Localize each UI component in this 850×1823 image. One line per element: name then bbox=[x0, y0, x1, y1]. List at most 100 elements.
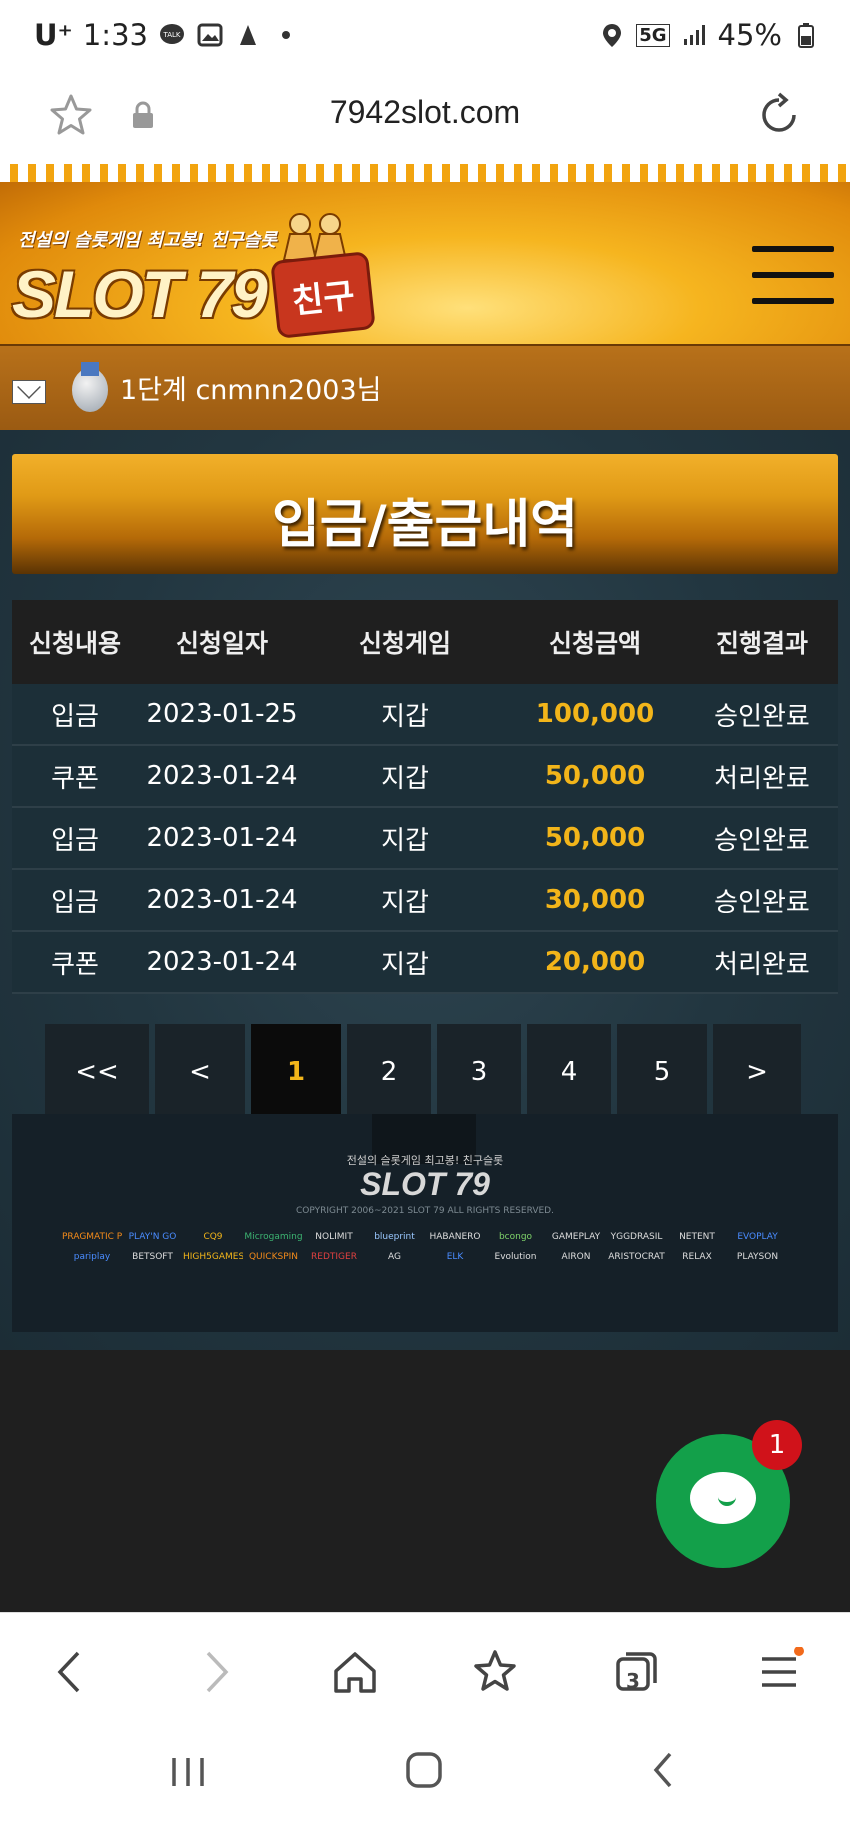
provider-logo: Microgaming bbox=[244, 1232, 303, 1242]
gallery-icon bbox=[197, 23, 223, 47]
site-logo[interactable]: SLOT 79 bbox=[12, 256, 268, 332]
site-content: 전설의 슬롯게임 최고봉! 친구슬롯 SLOT 79 친구 1단계 cnmnn2… bbox=[0, 164, 850, 1612]
menu-icon[interactable] bbox=[754, 1647, 804, 1697]
page-2-button[interactable]: 2 bbox=[347, 1024, 431, 1120]
cell-date: 2023-01-25 bbox=[138, 684, 306, 746]
table-row: 입금 2023-01-25 지갑 100,000 승인완료 bbox=[12, 684, 838, 746]
provider-logo: HIGH5GAMES bbox=[183, 1252, 243, 1262]
provider-logo: EVOPLAY bbox=[737, 1232, 778, 1242]
carrier-label: U⁺ bbox=[34, 18, 73, 52]
page-5-button[interactable]: 5 bbox=[617, 1024, 707, 1120]
reload-icon[interactable] bbox=[756, 92, 802, 138]
cell-date: 2023-01-24 bbox=[138, 807, 306, 870]
url-text[interactable]: 7942slot.com bbox=[0, 94, 850, 131]
provider-logo: PRAGMATIC PLAY bbox=[62, 1232, 122, 1242]
table-header-row: 신청내용 신청일자 신청게임 신청금액 진행결과 bbox=[12, 600, 838, 684]
page-title-banner: 입금/출금내역 bbox=[12, 454, 838, 574]
copyright-text: COPYRIGHT 2006~2021 SLOT 79 ALL RIGHTS R… bbox=[296, 1206, 554, 1216]
user-level-name: 1단계 cnmnn2003님 bbox=[120, 375, 382, 406]
bookmarks-icon[interactable] bbox=[470, 1647, 520, 1697]
battery-level: 45% bbox=[717, 18, 782, 52]
footer-logo: SLOT 79 bbox=[360, 1166, 490, 1202]
table-row: 쿠폰 2023-01-24 지갑 50,000 처리완료 bbox=[12, 745, 838, 808]
provider-logo: GAMEPLAY bbox=[551, 1232, 601, 1242]
provider-logo: CQ9 bbox=[203, 1232, 223, 1242]
svg-text:TALK: TALK bbox=[162, 31, 180, 39]
signal-icon bbox=[683, 25, 705, 45]
user-bar: 1단계 cnmnn2003님 bbox=[0, 344, 850, 434]
table-row: 입금 2023-01-24 지갑 30,000 승인완료 bbox=[12, 869, 838, 932]
cell-date: 2023-01-24 bbox=[138, 931, 306, 994]
provider-logo: AIRON bbox=[561, 1252, 591, 1262]
column-header: 신청게임 bbox=[306, 600, 504, 684]
chat-bubble-icon bbox=[690, 1472, 756, 1524]
status-bar: U⁺ 1:33 TALK 5G 45% bbox=[0, 0, 850, 72]
browser-toolbar: 3 bbox=[0, 1612, 850, 1721]
page-1-button[interactable]: 1 bbox=[251, 1024, 341, 1120]
network-label: 5G bbox=[636, 23, 670, 47]
cell-game: 지갑 bbox=[306, 745, 504, 808]
cell-game: 지갑 bbox=[306, 869, 504, 932]
table-row: 쿠폰 2023-01-24 지갑 20,000 처리완료 bbox=[12, 931, 838, 994]
system-back-icon[interactable] bbox=[648, 1750, 678, 1790]
cell-type: 쿠폰 bbox=[12, 745, 138, 808]
history-table: 신청내용 신청일자 신청게임 신청금액 진행결과 입금 2023-01-25 지… bbox=[12, 600, 838, 994]
cell-status: 처리완료 bbox=[686, 745, 838, 808]
url-bar: 7942slot.com bbox=[0, 72, 850, 164]
system-navigation-bar bbox=[0, 1720, 850, 1823]
chat-button[interactable]: 1 bbox=[656, 1420, 802, 1568]
cell-amount: 20,000 bbox=[504, 931, 686, 994]
provider-logo: NOLIMIT bbox=[315, 1232, 353, 1242]
cell-type: 입금 bbox=[12, 807, 138, 870]
provider-logo: BETSOFT bbox=[132, 1252, 173, 1262]
home-icon[interactable] bbox=[330, 1647, 380, 1697]
cell-amount: 50,000 bbox=[504, 745, 686, 808]
mail-icon[interactable] bbox=[12, 380, 46, 404]
recent-apps-icon[interactable] bbox=[168, 1754, 208, 1790]
cell-type: 입금 bbox=[12, 869, 138, 932]
column-header: 신청일자 bbox=[138, 600, 306, 684]
next-page-button[interactable]: > bbox=[713, 1024, 801, 1120]
page-title: 입금/출금내역 bbox=[271, 495, 579, 555]
home-button-icon[interactable] bbox=[404, 1750, 444, 1790]
cell-type: 입금 bbox=[12, 684, 138, 746]
chat-notification-badge: 1 bbox=[752, 1420, 802, 1470]
cell-game: 지갑 bbox=[306, 931, 504, 994]
battery-icon bbox=[798, 23, 814, 48]
cell-date: 2023-01-24 bbox=[138, 869, 306, 932]
forward-icon[interactable] bbox=[190, 1647, 240, 1697]
cell-date: 2023-01-24 bbox=[138, 745, 306, 808]
tab-count: 3 bbox=[626, 1669, 640, 1693]
page-3-button[interactable]: 3 bbox=[437, 1024, 521, 1120]
pagination: << < 1 2 3 4 5 > bbox=[45, 1024, 801, 1120]
provider-logo: AG bbox=[388, 1252, 401, 1262]
provider-logo: ARISTOCRAT bbox=[608, 1252, 665, 1262]
provider-logo: bcongo bbox=[498, 1232, 533, 1242]
dot-icon bbox=[281, 31, 290, 39]
cell-amount: 50,000 bbox=[504, 807, 686, 870]
provider-logos: PRAGMATIC PLAY PLAY'N GO CQ9 Microgaming… bbox=[62, 1232, 788, 1262]
logo-tagline: 전설의 슬롯게임 최고봉! 친구슬롯 bbox=[18, 230, 277, 251]
talk-icon: TALK bbox=[159, 24, 184, 44]
prev-page-button[interactable]: < bbox=[155, 1024, 245, 1120]
menu-hamburger-icon[interactable] bbox=[752, 246, 834, 306]
cell-game: 지갑 bbox=[306, 807, 504, 870]
cell-status: 승인완료 bbox=[686, 869, 838, 932]
clock: 1:33 bbox=[82, 18, 148, 52]
first-page-button[interactable]: << bbox=[45, 1024, 149, 1120]
cell-amount: 30,000 bbox=[504, 869, 686, 932]
cell-game: 지갑 bbox=[306, 684, 504, 746]
app-icon bbox=[239, 25, 256, 45]
provider-logo: ELK bbox=[446, 1252, 464, 1262]
column-header: 진행결과 bbox=[686, 600, 838, 684]
provider-logo: QUICKSPIN bbox=[248, 1252, 299, 1262]
location-icon bbox=[603, 24, 622, 47]
cell-status: 승인완료 bbox=[686, 807, 838, 870]
column-header: 신청금액 bbox=[504, 600, 686, 684]
provider-logo: REDTIGER bbox=[311, 1252, 357, 1262]
provider-logo: pariplay bbox=[73, 1252, 111, 1262]
back-icon[interactable] bbox=[46, 1647, 96, 1697]
provider-logo: PLAY'N GO bbox=[128, 1232, 177, 1242]
medal-icon bbox=[72, 362, 108, 412]
page-4-button[interactable]: 4 bbox=[527, 1024, 611, 1120]
